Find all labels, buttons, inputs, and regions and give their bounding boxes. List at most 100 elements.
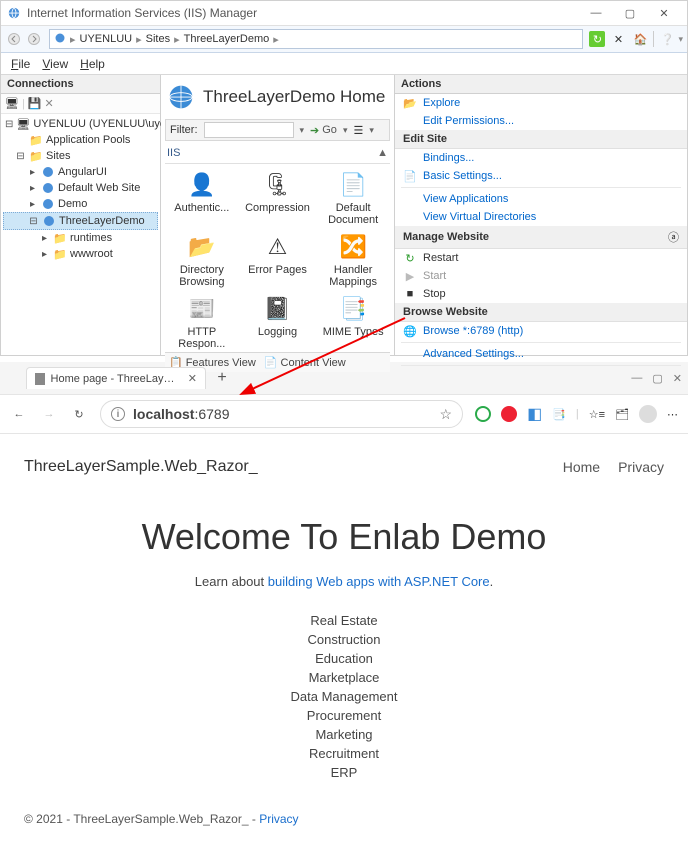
collapse-icon[interactable]: ▲: [377, 147, 388, 159]
favorites-button[interactable]: ☆≡: [589, 408, 605, 421]
view-icon[interactable]: ☰: [353, 124, 363, 137]
minimize-button[interactable]: —: [631, 372, 642, 385]
feature-label: Compression: [245, 202, 310, 214]
tab-content[interactable]: 📄 Content View: [264, 356, 346, 369]
tree-app-pools[interactable]: 📁 Application Pools: [3, 132, 158, 148]
feature-item[interactable]: 📄Default Document: [316, 168, 390, 228]
feature-item[interactable]: 🗜Compression: [241, 168, 315, 228]
tree-site-demo[interactable]: ▸ Demo: [3, 196, 158, 212]
action-view-applications[interactable]: View Applications: [395, 190, 687, 208]
delete-icon[interactable]: ✕: [45, 97, 54, 110]
dropdown-icon[interactable]: ▾: [369, 125, 374, 136]
action-restart[interactable]: ↻Restart: [395, 249, 687, 267]
connections-panel: Connections 🖥 | 💾 ✕ ⊟ 🖥 UYENLUU (UYENLUU…: [1, 75, 161, 355]
refresh-button[interactable]: ↻: [70, 405, 88, 423]
menu-button[interactable]: ⋯: [667, 408, 678, 421]
action-basic-settings[interactable]: 📄Basic Settings...: [395, 167, 687, 185]
action-explore[interactable]: 📂Explore: [395, 94, 687, 112]
feature-item[interactable]: 👤Authentic...: [165, 168, 239, 228]
back-button[interactable]: ←: [10, 405, 28, 423]
forward-button[interactable]: [25, 30, 43, 48]
brand[interactable]: ThreeLayerSample.Web_Razor_: [24, 458, 545, 476]
expand-icon[interactable]: ▸: [27, 199, 38, 210]
favorite-button[interactable]: ☆: [440, 406, 453, 423]
lead-link[interactable]: building Web apps with ASP.NET Core: [268, 574, 490, 589]
feature-item[interactable]: 📑MIME Types: [316, 292, 390, 352]
actions-manage: Manage Websiteⓐ: [395, 226, 687, 249]
tree-folder-wwwroot[interactable]: ▸ 📁 wwwroot: [3, 246, 158, 262]
feature-item[interactable]: ⚠Error Pages: [241, 230, 315, 290]
collapse-icon[interactable]: ⊟: [5, 119, 13, 130]
tree-server[interactable]: ⊟ 🖥 UYENLUU (UYENLUU\uyen.luu: [3, 116, 158, 132]
feature-item[interactable]: 📂Directory Browsing: [165, 230, 239, 290]
tree-site-default[interactable]: ▸ Default Web Site: [3, 180, 158, 196]
back-button[interactable]: [5, 30, 23, 48]
connect-icon[interactable]: 🖥: [5, 97, 19, 110]
extension-icon[interactable]: [475, 406, 491, 422]
menu-file[interactable]: FFileile: [5, 55, 36, 73]
stop-icon[interactable]: ✕: [609, 30, 627, 48]
action-view-vdirs[interactable]: View Virtual Directories: [395, 208, 687, 226]
close-button[interactable]: ✕: [673, 372, 682, 385]
filter-input[interactable]: [204, 122, 294, 138]
category-item: Marketing: [24, 725, 664, 744]
extension-icon[interactable]: ◧: [527, 404, 542, 424]
feature-icon: 📑: [338, 294, 368, 324]
nav-privacy[interactable]: Privacy: [618, 459, 664, 475]
collapse-icon[interactable]: ⊟: [15, 151, 26, 162]
address-bar[interactable]: i localhost:6789 ☆: [100, 400, 463, 428]
feature-item[interactable]: 📓Logging: [241, 292, 315, 352]
expand-icon[interactable]: ▸: [39, 233, 50, 244]
tree-sites[interactable]: ⊟ 📁 Sites: [3, 148, 158, 164]
refresh-icon[interactable]: ↻: [589, 31, 605, 47]
action-advanced[interactable]: Advanced Settings...: [395, 345, 687, 363]
close-button[interactable]: ✕: [647, 2, 681, 24]
pool-icon: 📁: [29, 133, 43, 147]
home-icon[interactable]: 🏠: [631, 30, 649, 48]
maximize-button[interactable]: ▢: [652, 372, 662, 385]
extension-icon[interactable]: [501, 406, 517, 422]
dropdown-icon[interactable]: ▾: [343, 125, 348, 136]
expand-icon[interactable]: ▸: [27, 167, 38, 178]
close-tab-button[interactable]: ✕: [188, 372, 197, 385]
feature-label: Directory Browsing: [167, 264, 237, 288]
collections-button[interactable]: 🗂: [615, 408, 629, 421]
footer-privacy-link[interactable]: Privacy: [259, 812, 298, 826]
feature-item[interactable]: 🔀Handler Mappings: [316, 230, 390, 290]
browser-tab[interactable]: Home page - ThreeLayerSample ✕: [26, 367, 206, 389]
action-edit-permissions[interactable]: Edit Permissions...: [395, 112, 687, 130]
action-stop[interactable]: ■Stop: [395, 285, 687, 303]
hero-lead: Learn about building Web apps with ASP.N…: [24, 574, 664, 589]
breadcrumb-site[interactable]: ThreeLayerDemo: [184, 33, 270, 45]
info-icon[interactable]: i: [111, 407, 125, 421]
profile-button[interactable]: [639, 405, 657, 423]
forward-button[interactable]: →: [40, 405, 58, 423]
extension-icon[interactable]: 📑: [552, 408, 566, 421]
menu-view[interactable]: View: [36, 55, 74, 73]
play-icon: ▶: [403, 269, 417, 283]
menu-help[interactable]: Help: [74, 55, 111, 73]
go-button[interactable]: ➔Go: [310, 124, 337, 137]
action-bindings[interactable]: Bindings...: [395, 149, 687, 167]
new-tab-button[interactable]: +: [210, 366, 234, 390]
action-browse[interactable]: 🌐Browse *:6789 (http): [395, 322, 687, 340]
maximize-button[interactable]: ▢: [613, 2, 647, 24]
breadcrumb-root[interactable]: UYENLUU: [80, 33, 133, 45]
collapse-icon[interactable]: ⊟: [28, 216, 39, 227]
tree-site-angular[interactable]: ▸ AngularUI: [3, 164, 158, 180]
breadcrumb-sites[interactable]: Sites: [146, 33, 170, 45]
feature-item[interactable]: 📰HTTP Respon...: [165, 292, 239, 352]
dropdown-icon[interactable]: ▾: [678, 34, 683, 45]
dropdown-icon[interactable]: ▾: [300, 125, 305, 136]
collapse-icon[interactable]: ⓐ: [668, 229, 679, 245]
tree-folder-runtimes[interactable]: ▸ 📁 runtimes: [3, 230, 158, 246]
save-icon[interactable]: 💾: [28, 97, 42, 110]
nav-home[interactable]: Home: [563, 459, 600, 475]
folder-icon: 📁: [29, 149, 43, 163]
expand-icon[interactable]: ▸: [27, 183, 38, 194]
expand-icon[interactable]: ▸: [39, 249, 50, 260]
help-icon[interactable]: ❔: [658, 30, 676, 48]
breadcrumb[interactable]: ▸ UYENLUU ▸ Sites ▸ ThreeLayerDemo ▸: [49, 29, 583, 49]
tree-site-threelayer[interactable]: ⊟ ThreeLayerDemo: [3, 212, 158, 230]
minimize-button[interactable]: —: [579, 2, 613, 24]
